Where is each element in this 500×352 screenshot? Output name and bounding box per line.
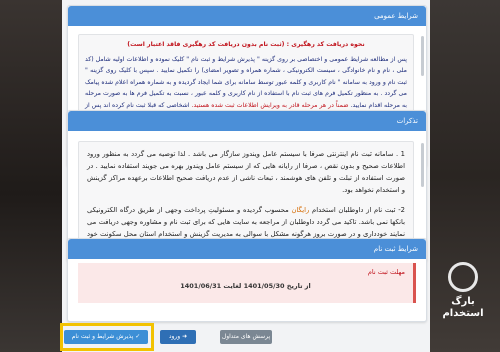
login-button[interactable]: ➜ ورود — [160, 330, 196, 344]
registration-period-label: مهلت ثبت نام — [367, 268, 405, 276]
notes-item-1: 1 . سامانه ثبت نام اینترنتی صرفا با سیست… — [87, 150, 405, 194]
notes-item-2-part1: 2- ثبت نام از داوطلبان استخدام — [309, 206, 405, 214]
accept-button-highlight — [60, 323, 154, 351]
faq-button-label: پرسش های متداول — [221, 333, 271, 340]
page-content: شرایط عمومی نحوه دریافت کد رهگیری : (ثبت… — [62, 0, 430, 352]
registration-period-dates: از تاریخ 1401/05/30 لغایت 1401/06/31 — [180, 282, 311, 290]
watermark-text: بارگ استخدام — [442, 296, 484, 319]
notes-scrollbar[interactable] — [421, 143, 424, 187]
general-terms-scrollbar[interactable] — [421, 36, 424, 76]
background-left — [0, 0, 62, 352]
login-icon: ➜ — [182, 333, 188, 340]
notes-text: 1 . سامانه ثبت نام اینترنتی صرفا با سیست… — [78, 141, 414, 253]
user-icon — [448, 262, 478, 292]
general-terms-title: نحوه دریافت کد رهگیری : (ثبت نام بدون در… — [127, 41, 365, 48]
registration-panel: شرایط ثبت نام مهلت ثبت نام از تاریخ 1401… — [67, 238, 427, 322]
notes-header: تذکرات — [68, 111, 426, 131]
watermark-logo: بارگ استخدام — [432, 262, 494, 344]
registration-header: شرایط ثبت نام — [68, 239, 426, 259]
faq-button[interactable]: پرسش های متداول — [220, 330, 272, 344]
registration-period-box: مهلت ثبت نام از تاریخ 1401/05/30 لغایت 1… — [78, 263, 416, 303]
general-terms-body-red: ضمناً در هر مرحله قادر به ویرایش اطلاعات… — [191, 101, 349, 109]
login-button-label: ورود — [168, 333, 181, 340]
general-terms-header: شرایط عمومی — [68, 6, 426, 26]
notes-item-2-free: رایگان — [291, 206, 310, 214]
